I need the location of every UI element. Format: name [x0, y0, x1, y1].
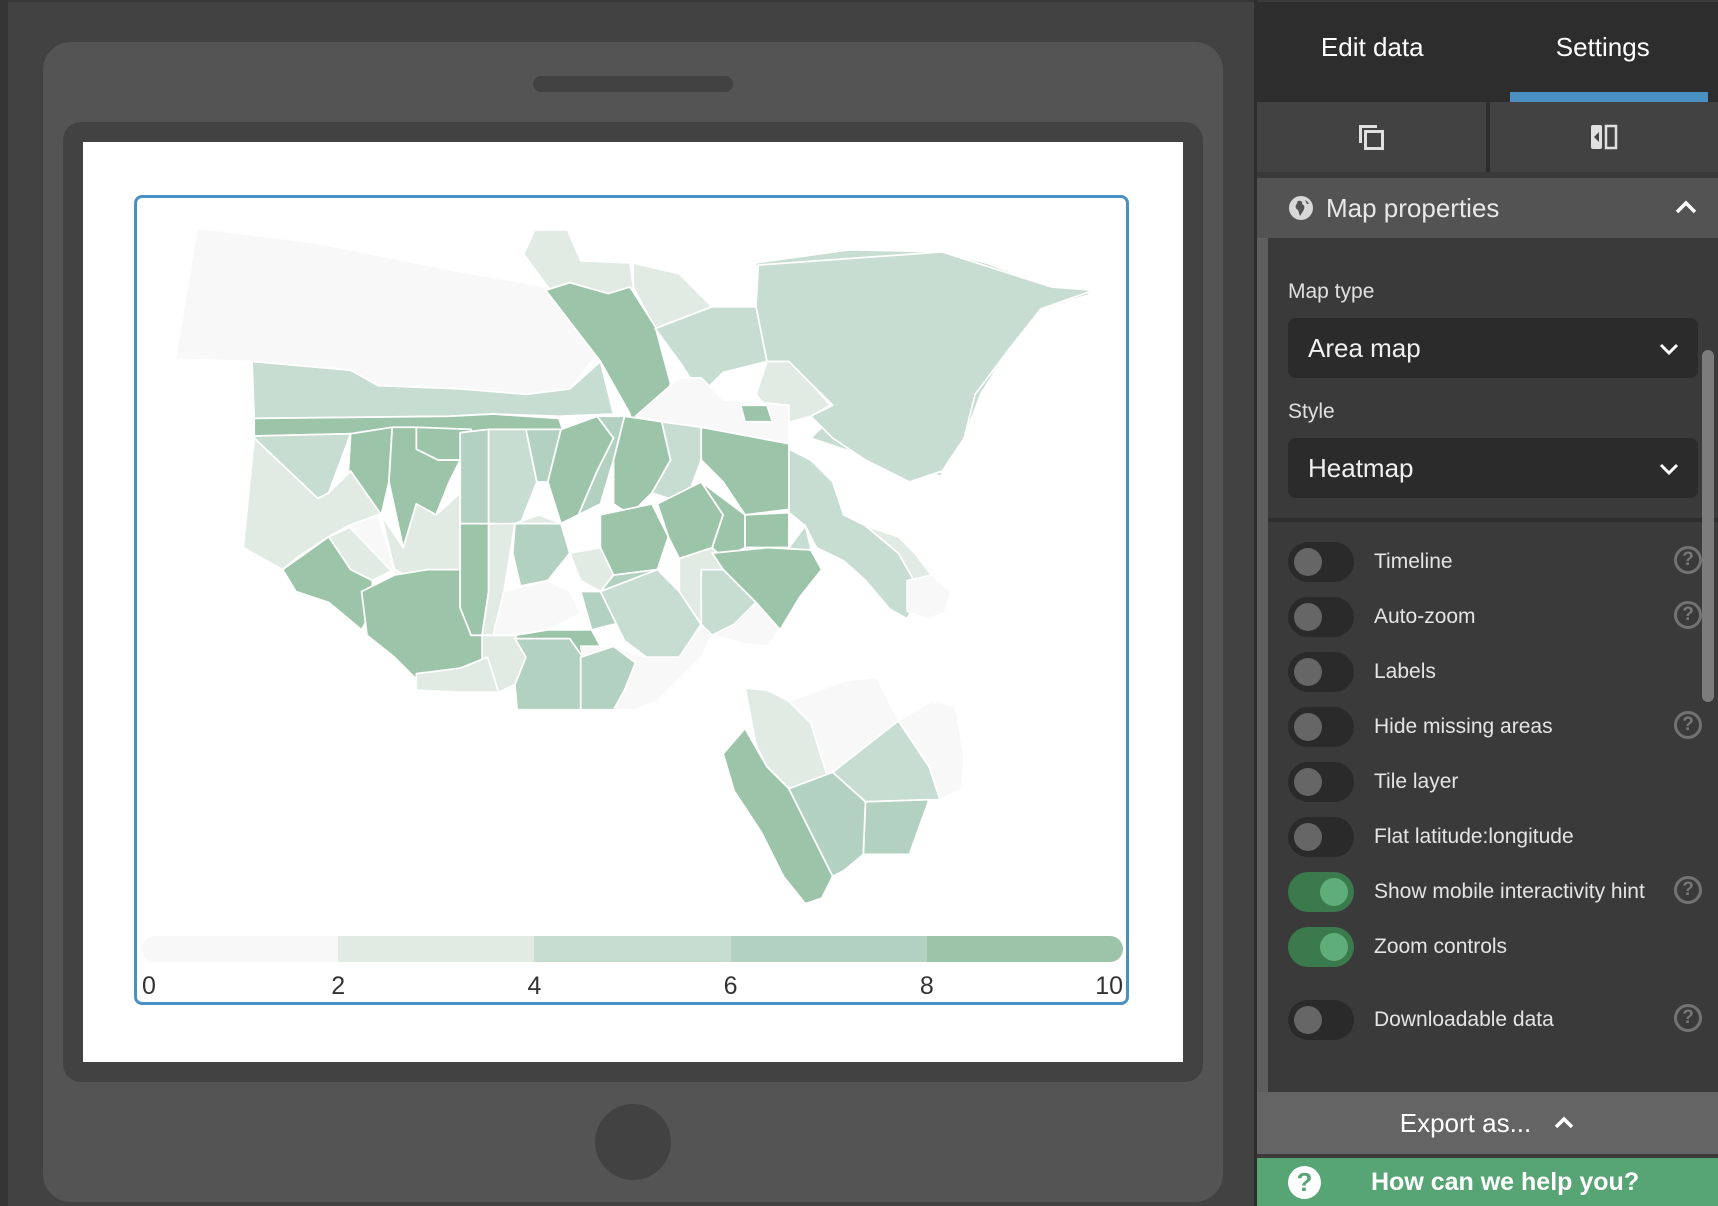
- legend-swatch: [142, 936, 339, 962]
- toggle-label: Zoom controls: [1374, 935, 1508, 958]
- chevron-down-icon: [1659, 463, 1679, 476]
- toggle-switch[interactable]: [1288, 652, 1354, 692]
- chevron-down-icon: [1659, 343, 1679, 356]
- map-region[interactable]: [599, 502, 670, 576]
- toggle-row-flat-latitude-longitude: Flat latitude:longitude: [1288, 816, 1698, 858]
- section-divider: [1268, 518, 1718, 522]
- toggle-row-downloadable-data: Downloadable data?: [1288, 999, 1702, 1041]
- help-label: How can we help you?: [1371, 1167, 1640, 1196]
- duplicate-button[interactable]: [1257, 102, 1486, 172]
- map-region[interactable]: [739, 404, 774, 423]
- map-type-value: Area map: [1308, 332, 1421, 363]
- toggle-row-labels: Labels: [1288, 651, 1698, 693]
- toggle-row-timeline: Timeline?: [1288, 541, 1702, 583]
- legend-swatch: [926, 936, 1123, 962]
- toggle-knob: [1294, 658, 1322, 686]
- toggle-switch[interactable]: [1288, 817, 1354, 857]
- toggle-knob: [1294, 1006, 1322, 1034]
- legend-tick-label: 0: [142, 972, 156, 1000]
- duplicate-layers-icon: [1359, 125, 1385, 150]
- settings-panel: Edit data Settings Map properties Map ty…: [1257, 0, 1718, 1206]
- toggle-knob: [1294, 603, 1322, 631]
- toggle-knob: [1294, 768, 1322, 796]
- help-icon[interactable]: ?: [1674, 1004, 1702, 1032]
- help-icon[interactable]: ?: [1674, 876, 1702, 904]
- toggle-label: Labels: [1374, 660, 1436, 683]
- legend-tick-labels: 0 2 4 6 8 10: [142, 972, 1123, 1002]
- legend-swatch: [730, 936, 927, 962]
- legend-tick-label: 4: [527, 972, 542, 1000]
- toggle-switch[interactable]: [1288, 1000, 1354, 1040]
- toggle-label: Hide missing areas: [1374, 715, 1553, 738]
- map-region[interactable]: [514, 637, 584, 711]
- tab-edit-data[interactable]: Edit data: [1257, 2, 1488, 102]
- toggle-switch[interactable]: [1288, 762, 1354, 802]
- legend-tick-label: 8: [919, 972, 934, 1000]
- toggle-label: Downloadable data: [1374, 1008, 1554, 1031]
- legend-swatch: [338, 936, 535, 962]
- toggle-knob: [1294, 548, 1322, 576]
- toggle-switch[interactable]: [1288, 872, 1354, 912]
- chevron-up-icon: [1555, 1116, 1574, 1129]
- panel-icon-bar: [1257, 102, 1718, 172]
- help-icon[interactable]: ?: [1674, 601, 1702, 629]
- toggle-row-zoom-controls: Zoom controls: [1288, 926, 1698, 968]
- legend-tick-label: 2: [331, 972, 346, 1000]
- globe-icon: [1289, 196, 1313, 220]
- map-region[interactable]: [459, 428, 490, 527]
- toggle-row-hide-missing-areas: Hide missing areas?: [1288, 706, 1702, 748]
- toggle-knob: [1294, 823, 1322, 851]
- chevron-up-icon[interactable]: [1674, 196, 1698, 220]
- toggle-row-tile-layer: Tile layer: [1288, 761, 1698, 803]
- export-button[interactable]: Export as...: [1257, 1092, 1718, 1154]
- toggle-switch[interactable]: [1288, 597, 1354, 637]
- toggle-label: Tile layer: [1374, 770, 1459, 793]
- question-icon: ?: [1288, 1165, 1321, 1199]
- toggle-knob: [1320, 878, 1348, 906]
- toggle-knob: [1320, 933, 1348, 961]
- legend-tick-label: 6: [723, 972, 738, 1000]
- toggle-label: Flat latitude:longitude: [1374, 825, 1574, 848]
- device-home-button: [595, 1104, 671, 1180]
- style-select[interactable]: Heatmap: [1288, 438, 1698, 498]
- help-icon[interactable]: ?: [1674, 546, 1702, 574]
- color-scale-legend: [142, 936, 1123, 962]
- toggle-row-show-mobile-interactivity-hint: Show mobile interactivity hint?: [1288, 871, 1702, 913]
- toggle-panel-icon: [1590, 124, 1617, 150]
- panel-tabs: Edit data Settings: [1257, 2, 1718, 102]
- map-type-label: Map type: [1288, 280, 1375, 303]
- panel-scrollbar[interactable]: [1702, 350, 1714, 702]
- toggle-switch[interactable]: [1288, 927, 1354, 967]
- window-left-edge: [0, 0, 8, 1206]
- map-region[interactable]: [744, 511, 790, 549]
- toggle-switch[interactable]: [1288, 542, 1354, 582]
- style-value: Heatmap: [1308, 452, 1414, 483]
- export-label: Export as...: [1399, 1107, 1532, 1138]
- toggle-label: Auto-zoom: [1374, 605, 1476, 628]
- legend-tick-label: 10: [1095, 972, 1123, 1000]
- toggle-label: Show mobile interactivity hint: [1374, 880, 1645, 903]
- section-left-stripe: [1257, 178, 1268, 1093]
- help-icon[interactable]: ?: [1674, 711, 1702, 739]
- toggle-row-auto-zoom: Auto-zoom?: [1288, 596, 1702, 638]
- style-label: Style: [1288, 400, 1335, 423]
- tab-settings[interactable]: Settings: [1488, 2, 1718, 102]
- toggle-layout-button[interactable]: [1489, 102, 1718, 172]
- toggle-knob: [1294, 713, 1322, 741]
- toggle-label: Timeline: [1374, 550, 1453, 573]
- help-chat-button[interactable]: ? How can we help you?: [1257, 1158, 1718, 1206]
- toggle-switch[interactable]: [1288, 707, 1354, 747]
- map-type-select[interactable]: Area map: [1288, 318, 1698, 378]
- map-properties-header[interactable]: Map properties: [1257, 178, 1718, 238]
- device-speaker: [533, 76, 733, 92]
- legend-swatch: [534, 936, 731, 962]
- section-title: Map properties: [1326, 192, 1500, 223]
